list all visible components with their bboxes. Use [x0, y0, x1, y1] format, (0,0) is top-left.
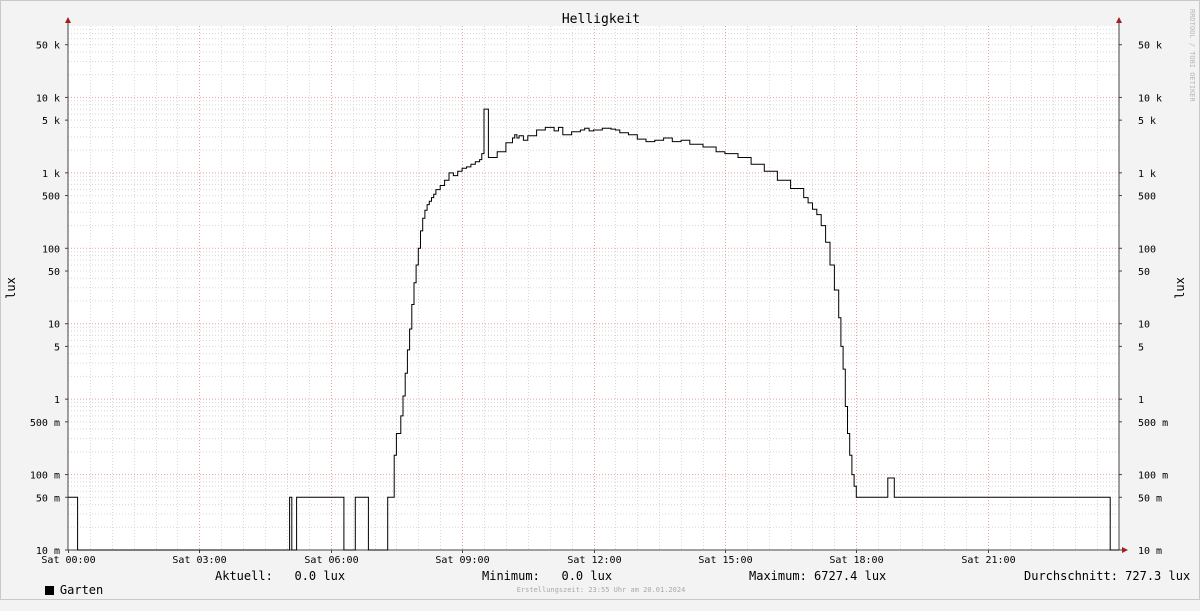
y-tick-label-right: 1: [1138, 395, 1144, 406]
y-ticks-left: 10 m50 m100 m500 m1510501005001 k5 k10 k…: [30, 41, 68, 557]
rrdtool-watermark: RRDTOOL / TOBI OETIKER: [1188, 9, 1196, 103]
legend-durchschnitt: Durchschnitt: 727.3 lux: [1024, 569, 1191, 583]
x-tick-label: Sat 06:00: [304, 555, 358, 566]
y-tick-label-right: 500 m: [1138, 418, 1168, 429]
y-tick-label-left: 5: [54, 342, 60, 353]
y-tick-label-right: 5 k: [1138, 116, 1156, 127]
y-tick-label-left: 50: [48, 267, 60, 278]
y-tick-label-right: 500: [1138, 192, 1156, 203]
legend-maximum: Maximum: 6727.4 lux: [749, 569, 887, 583]
y-tick-label-right: 50 m: [1138, 493, 1162, 504]
y-axis-label-right: lux: [1173, 277, 1187, 299]
y-tick-label-left: 1 k: [42, 169, 60, 180]
y-tick-label-left: 50 k: [36, 41, 60, 52]
y-tick-label-left: 500 m: [30, 418, 60, 429]
y-tick-label-right: 5: [1138, 342, 1144, 353]
graph-frame: 10 m 50 m 100 m 500 m 1 5 10 50 100 500 1 k 5 k 10 k…: [0, 0, 1200, 600]
x-tick-label: Sat 03:00: [172, 555, 226, 566]
x-tick-label: Sat 15:00: [698, 555, 752, 566]
y-tick-label-left: 1: [54, 395, 60, 406]
x-tick-label: Sat 21:00: [961, 555, 1015, 566]
y-tick-label-right: 10: [1138, 320, 1150, 331]
legend-minimum: Minimum: 0.0 lux: [482, 569, 613, 583]
x-ticks: Sat 00:00 Sat 03:00 Sat 06:00 Sat 09:00 Sat …: [41, 550, 1016, 566]
footer-timestamp: Erstellungszeit: 23:55 Uhr am 20.01.2024: [516, 586, 686, 594]
y-tick-label-left: 100 m: [30, 471, 60, 482]
x-tick-label: Sat 00:00: [41, 555, 95, 566]
y-tick-label-left: 5 k: [42, 116, 60, 127]
y-axis-arrow-right: [1116, 17, 1122, 23]
y-tick-label-left: 10: [48, 320, 60, 331]
x-tick-label: Sat 18:00: [829, 555, 883, 566]
y-tick-label-left: 500: [42, 192, 60, 203]
y-tick-label-left: 50 m: [36, 493, 60, 504]
y-tick-label-right: 50: [1138, 267, 1150, 278]
y-tick-label-left: 10 k: [36, 93, 60, 104]
y-tick-label-right: 10 k: [1138, 93, 1162, 104]
y-tick-label-right: 10 m: [1138, 546, 1162, 557]
y-tick-label-right: 50 k: [1138, 41, 1162, 52]
y-tick-label-left: 100: [42, 244, 60, 255]
x-axis-arrow: [1122, 547, 1128, 553]
y-axis-label-left: lux: [4, 277, 18, 299]
y-axis-arrow-left: [65, 17, 71, 23]
y-tick-label-right: 1 k: [1138, 169, 1156, 180]
chart-title: Helligkeit: [562, 12, 640, 27]
y-tick-label-right: 100 m: [1138, 471, 1168, 482]
chart: 10 m 50 m 100 m 500 m 1 5 10 50 100 500 1 k 5 k 10 k…: [4, 9, 1196, 566]
y-tick-label-right: 100: [1138, 244, 1156, 255]
y-ticks-right: 10 m 50 m 100 m 500 m 1 5 10 50 100 500 1 k 5 k 10 k…: [1119, 41, 1168, 557]
legend-aktuell: Aktuell: 0.0 lux: [215, 569, 346, 583]
x-tick-label: Sat 12:00: [567, 555, 621, 566]
x-tick-label: Sat 09:00: [435, 555, 489, 566]
